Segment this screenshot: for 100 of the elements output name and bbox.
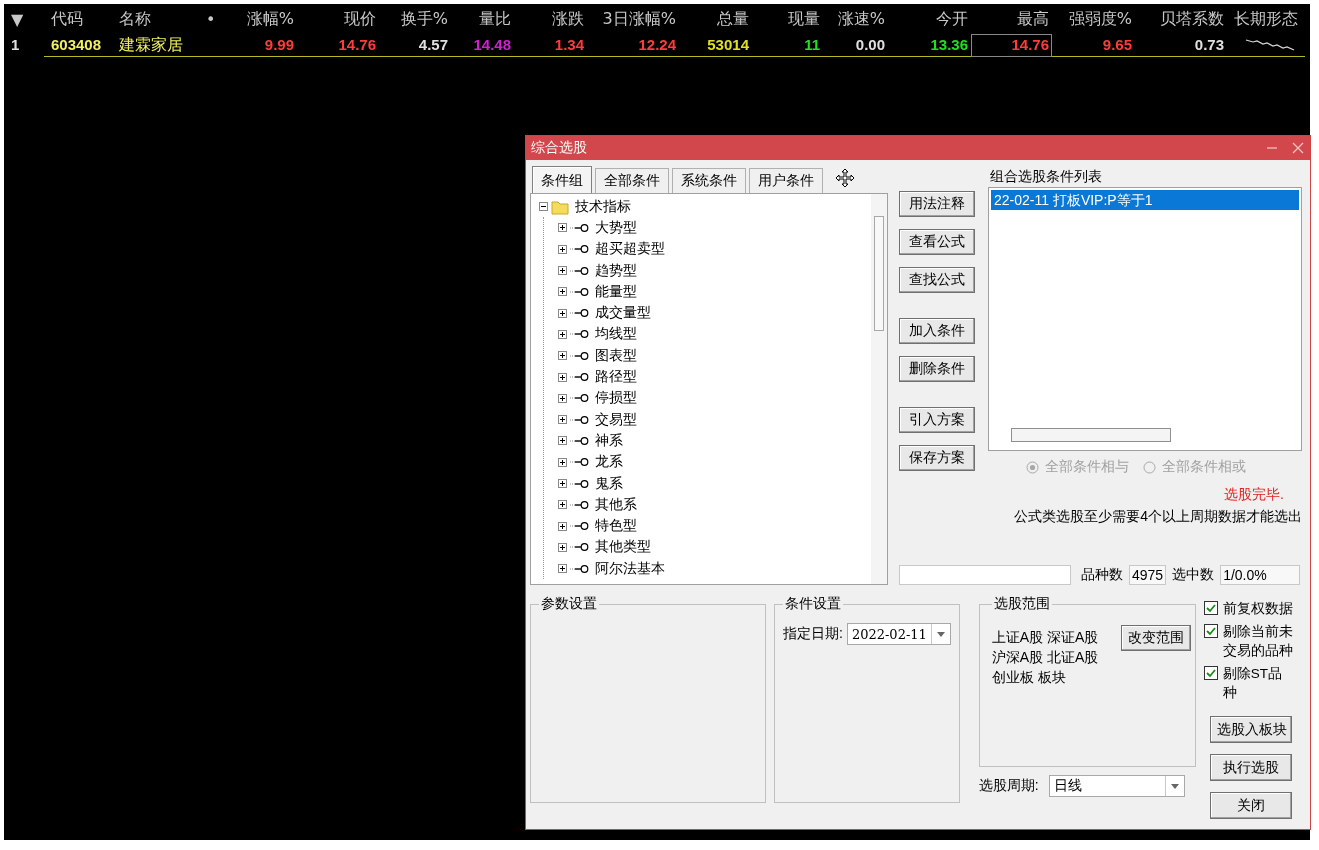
- expand-icon[interactable]: [558, 287, 567, 297]
- scrollbar[interactable]: [871, 194, 887, 584]
- column-header[interactable]: •: [199, 9, 219, 29]
- table-cell: 14.48: [451, 33, 514, 57]
- sparkline: [1245, 37, 1295, 52]
- column-header[interactable]: 现价: [297, 8, 379, 30]
- tab[interactable]: 全部条件: [595, 168, 669, 193]
- expand-icon[interactable]: [558, 308, 567, 318]
- count-label: 品种数: [1081, 566, 1123, 584]
- column-header[interactable]: ▼: [4, 9, 44, 29]
- status-text: 选股完毕.: [1223, 485, 1285, 504]
- expand-icon[interactable]: [558, 244, 567, 254]
- column-header[interactable]: 强弱度%: [1052, 8, 1135, 30]
- tree-item[interactable]: 龙系: [592, 453, 623, 472]
- table-cell: 0.00: [823, 33, 888, 57]
- count-value: 1/0.0%: [1220, 565, 1301, 585]
- tab[interactable]: 条件组: [532, 166, 592, 193]
- column-header[interactable]: 代码: [44, 8, 112, 30]
- column-header[interactable]: 最高: [971, 8, 1052, 30]
- column-header[interactable]: 涨跌: [514, 8, 587, 30]
- expand-icon[interactable]: [558, 479, 567, 488]
- tree-item[interactable]: 阿尔法基本: [592, 559, 665, 578]
- checkbox[interactable]: [1203, 601, 1218, 615]
- tab[interactable]: 系统条件: [672, 168, 746, 193]
- table-cell: 11: [752, 33, 823, 57]
- column-header[interactable]: 涨速%: [823, 8, 888, 30]
- tree-item[interactable]: 路径型: [592, 368, 637, 386]
- folder-icon: [551, 198, 569, 216]
- dialog-button[interactable]: 引入方案: [899, 407, 975, 433]
- tree-item[interactable]: 其他系: [592, 495, 637, 514]
- expand-icon[interactable]: [558, 329, 567, 339]
- column-header[interactable]: 涨幅%: [219, 8, 297, 30]
- circle-stem-icon: [570, 434, 589, 447]
- tree-item[interactable]: 特色型: [592, 517, 637, 536]
- expand-icon[interactable]: [558, 564, 567, 574]
- expand-icon[interactable]: [558, 542, 567, 552]
- dialog-button[interactable]: 执行选股: [1209, 754, 1292, 781]
- table-cell: 53014: [679, 33, 752, 57]
- circle-stem-icon: [570, 264, 589, 277]
- dropdown-arrow-icon[interactable]: [936, 631, 945, 637]
- tree-item[interactable]: 能量型: [592, 282, 637, 301]
- tree-item[interactable]: 趋势型: [592, 261, 637, 280]
- column-header[interactable]: 3日涨幅%: [587, 8, 679, 30]
- dialog-button[interactable]: 选股入板块: [1209, 716, 1292, 743]
- table-cell: 1.34: [514, 33, 587, 57]
- tree-item[interactable]: 超买超卖型: [592, 240, 665, 259]
- tree-item[interactable]: 其他类型: [592, 538, 651, 557]
- expand-icon[interactable]: [558, 372, 567, 382]
- dialog-button[interactable]: 关闭: [1209, 792, 1292, 819]
- dropdown-arrow-icon[interactable]: [1170, 783, 1179, 789]
- expand-icon[interactable]: [558, 500, 567, 510]
- column-header[interactable]: 总量: [679, 8, 752, 30]
- expand-icon[interactable]: [558, 436, 567, 446]
- horizontal-scrollbar[interactable]: [1011, 428, 1171, 442]
- column-header[interactable]: 名称: [112, 8, 199, 30]
- expand-icon[interactable]: [558, 393, 567, 403]
- circle-stem-icon: [570, 221, 589, 234]
- checkbox-label: 前复权数据: [1222, 600, 1294, 618]
- dialog-button[interactable]: 用法注释: [899, 191, 975, 217]
- collapse-icon[interactable]: [539, 202, 548, 212]
- period-dropdown[interactable]: 日线: [1048, 775, 1185, 797]
- expand-icon[interactable]: [558, 223, 567, 233]
- group-title: 参数设置: [540, 595, 598, 613]
- tree-item[interactable]: 神系: [592, 431, 623, 450]
- checkbox[interactable]: [1203, 624, 1218, 638]
- list-item[interactable]: 22-02-11 打板VIP:P等于1: [991, 190, 1299, 210]
- tree-item[interactable]: 技术指标: [572, 197, 631, 216]
- close-icon[interactable]: [1292, 142, 1304, 154]
- radio-label: 全部条件相与: [1045, 458, 1129, 476]
- input-field[interactable]: [899, 565, 1071, 585]
- group-title: 选股范围: [992, 595, 1051, 613]
- tree-item[interactable]: 成交量型: [592, 304, 651, 323]
- scrollbar-thumb[interactable]: [874, 216, 884, 331]
- column-header[interactable]: 今开: [888, 8, 971, 30]
- dialog-button[interactable]: 查找公式: [899, 267, 975, 293]
- tree-item[interactable]: 大势型: [592, 218, 637, 237]
- column-header[interactable]: 换手%: [379, 8, 451, 30]
- table-cell: 14.76: [971, 33, 1052, 57]
- checkbox[interactable]: [1203, 666, 1218, 680]
- expand-icon[interactable]: [558, 415, 567, 425]
- dialog-button[interactable]: 查看公式: [899, 229, 975, 255]
- change-range-button[interactable]: 改变范围: [1120, 625, 1191, 651]
- tree-item[interactable]: 交易型: [592, 410, 637, 429]
- expand-icon[interactable]: [558, 266, 567, 276]
- column-header[interactable]: 贝塔系数: [1135, 8, 1227, 30]
- dialog-button[interactable]: 保存方案: [899, 445, 975, 471]
- column-header[interactable]: 长期形态: [1227, 8, 1305, 30]
- tree-item[interactable]: 均线型: [592, 325, 637, 344]
- date-picker[interactable]: 2022-02-11: [846, 623, 951, 645]
- tree-item[interactable]: 图表型: [592, 346, 637, 365]
- tree-item[interactable]: 鬼系: [592, 474, 623, 493]
- dialog-button[interactable]: 加入条件: [899, 318, 975, 344]
- expand-icon[interactable]: [558, 351, 567, 361]
- tree-item[interactable]: 停损型: [592, 389, 637, 408]
- column-header[interactable]: 现量: [752, 8, 823, 30]
- expand-icon[interactable]: [558, 457, 567, 467]
- dialog-button[interactable]: 删除条件: [899, 356, 975, 382]
- expand-icon[interactable]: [558, 521, 567, 531]
- column-header[interactable]: 量比: [451, 8, 514, 30]
- tab[interactable]: 用户条件: [749, 168, 823, 193]
